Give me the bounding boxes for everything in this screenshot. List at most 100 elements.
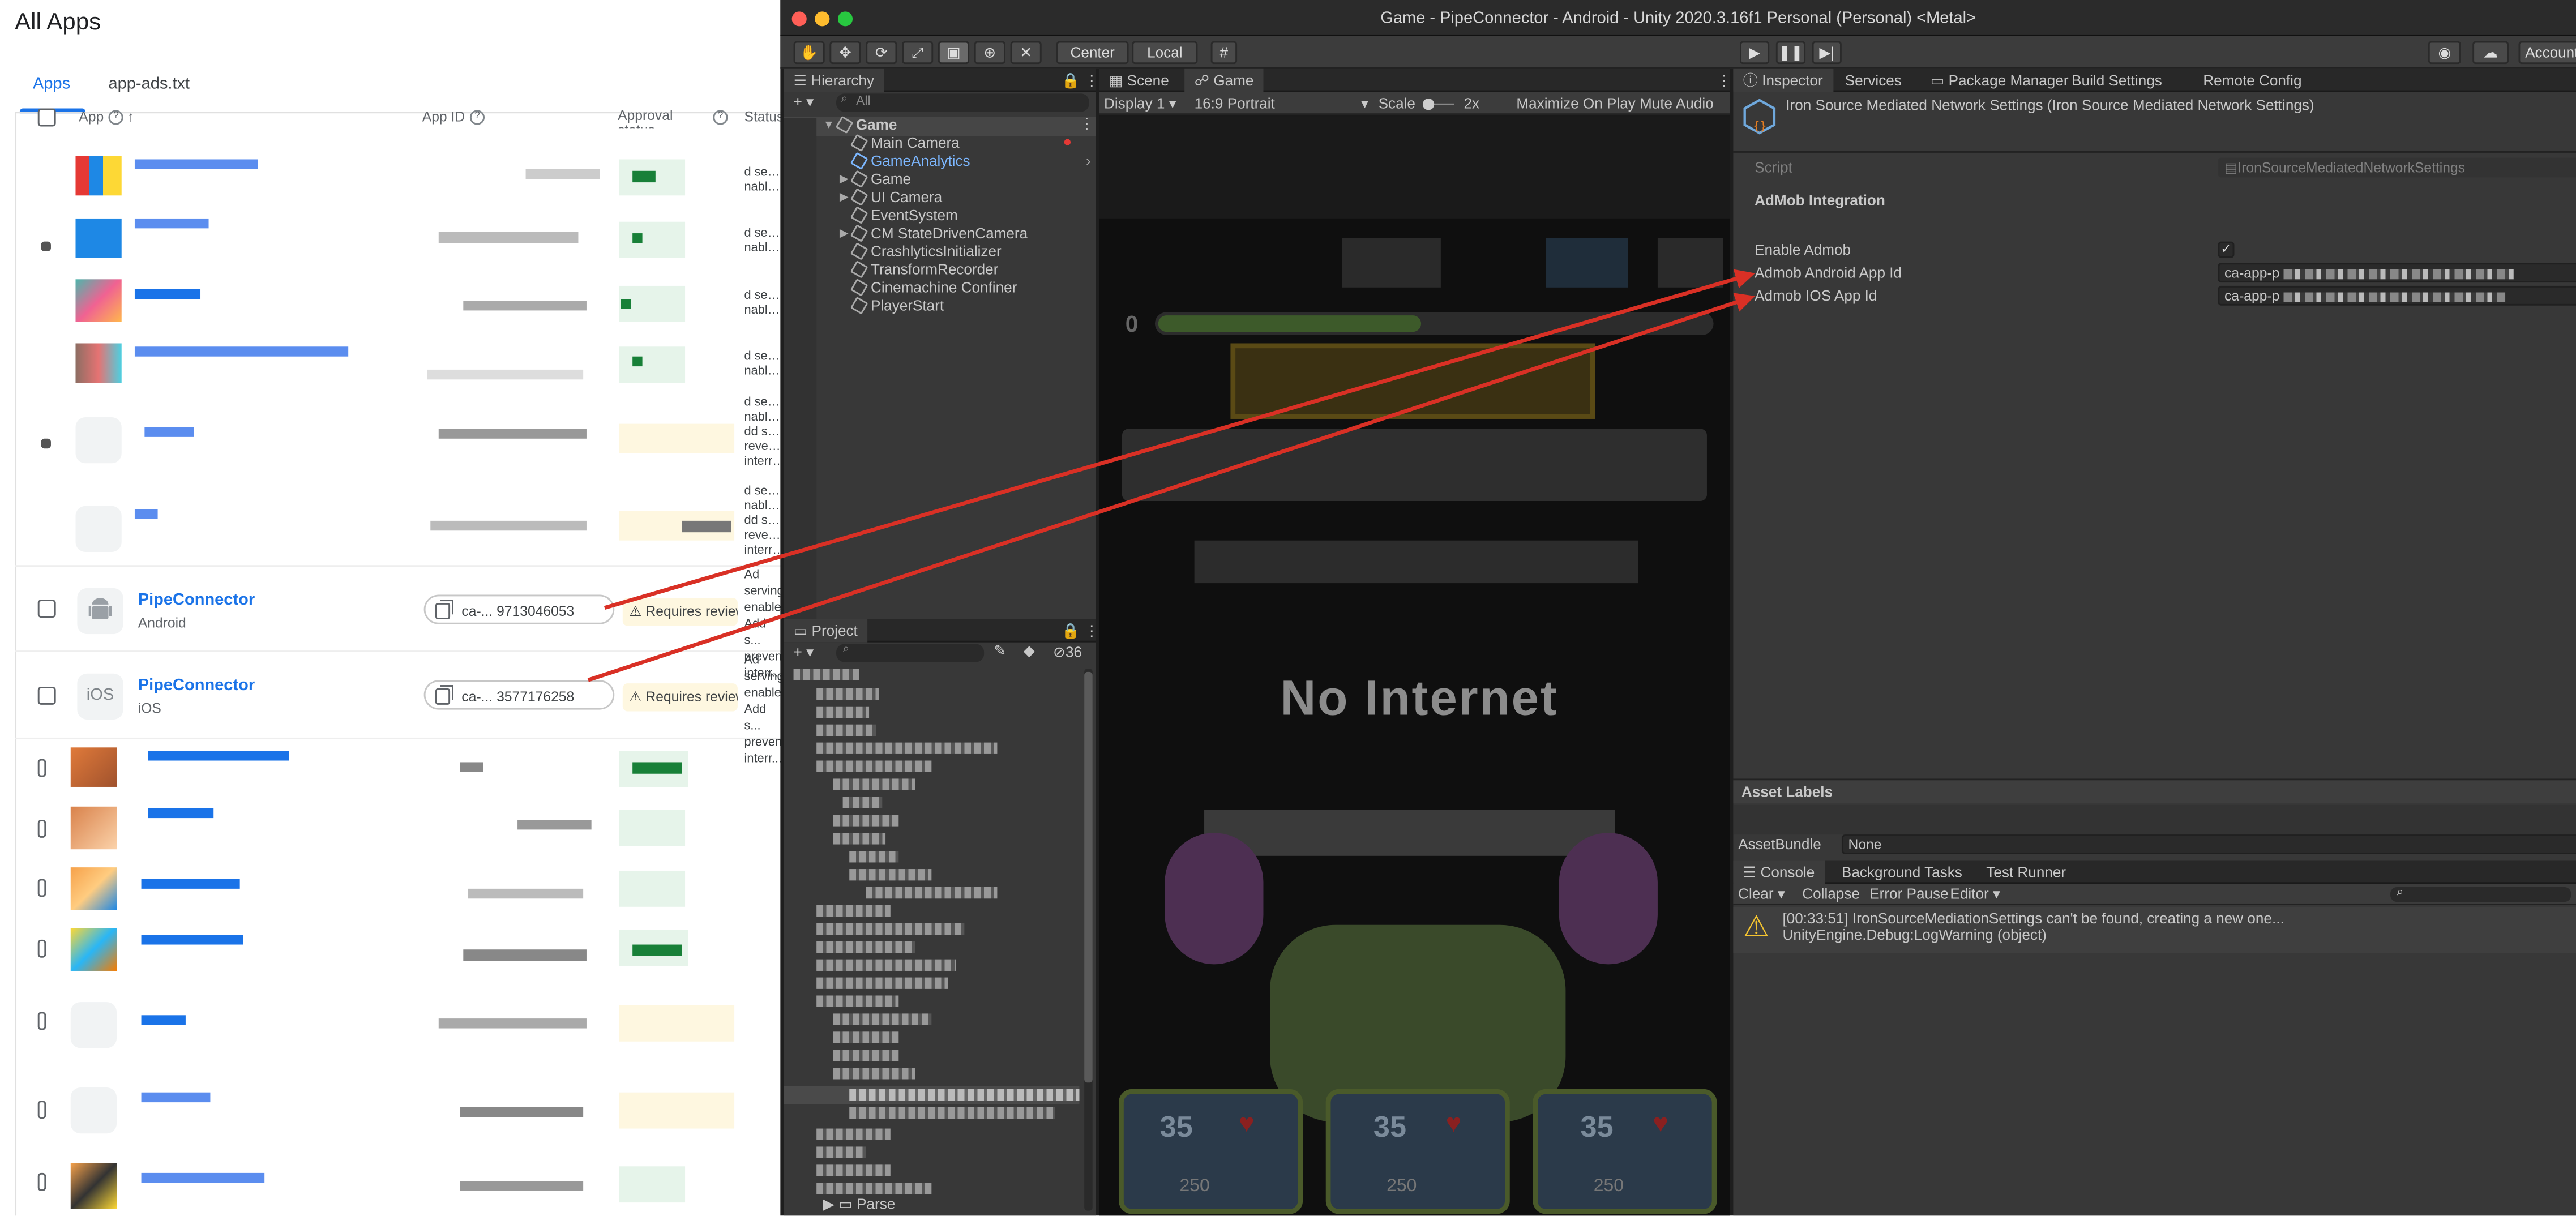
copy-icon[interactable]	[435, 685, 453, 705]
collab-icon[interactable]: ◉	[2428, 41, 2461, 65]
project-scrollbar[interactable]	[1084, 669, 1093, 1211]
tab-remote-config[interactable]: Remote Config	[2193, 69, 2312, 92]
scene-game[interactable]: Game	[835, 115, 897, 134]
move-tool-icon[interactable]: ✥	[829, 41, 861, 65]
copy-icon[interactable]	[435, 600, 453, 619]
console-search-input[interactable]: ⌕	[2390, 887, 2571, 902]
app-id-chip[interactable]: ca-... 9713046053	[423, 594, 615, 624]
rect-tool-icon[interactable]: ▣	[938, 41, 970, 65]
editor-dropdown[interactable]: Editor ▾	[1950, 885, 2000, 904]
scale-slider[interactable]	[1422, 99, 1454, 110]
cloud-icon[interactable]: ☁	[2472, 41, 2509, 65]
row-checkbox[interactable]	[37, 1101, 46, 1119]
pause-button[interactable]: ❚❚	[1775, 41, 1806, 65]
asset-labels-header[interactable]: Asset Labels	[1733, 780, 2576, 803]
shop-card[interactable]: 35 ♥ 250	[1119, 1089, 1303, 1214]
assetbundle-dropdown[interactable]: None	[1841, 834, 2576, 854]
column-header-app[interactable]: App? ↑	[79, 109, 134, 126]
tab-background-tasks[interactable]: Background Tasks	[1832, 861, 1972, 884]
admob-ios-app-id-field[interactable]: ca-app-p	[2218, 285, 2576, 306]
hierarchy-item[interactable]: Cinemachine Confiner	[850, 278, 1017, 297]
admob-android-app-id-field[interactable]: ca-app-p	[2218, 263, 2576, 283]
row-checkbox[interactable]	[37, 686, 56, 705]
row-checkbox[interactable]	[37, 879, 46, 897]
collapse-toggle[interactable]: Collapse	[1802, 885, 1860, 902]
error-pause-toggle[interactable]: Error Pause	[1869, 885, 1948, 902]
tab-inspector[interactable]: ⓘ Inspector	[1733, 68, 1833, 92]
sort-arrow-icon[interactable]: ↑	[127, 109, 134, 125]
pivot-local-button[interactable]: Local	[1132, 41, 1198, 65]
pivot-center-button[interactable]: Center	[1056, 41, 1129, 65]
hierarchy-item[interactable]: GameAnalytics	[850, 152, 970, 170]
hand-tool-icon[interactable]: ✋	[793, 41, 825, 65]
enable-admob-checkbox[interactable]: ✓	[2218, 241, 2235, 258]
column-header-app-id: App ID?	[422, 109, 485, 126]
tab-scene[interactable]: ▦ Scene	[1099, 69, 1179, 92]
hierarchy-search-input[interactable]: ⌕ All	[836, 93, 1089, 112]
tab-services[interactable]: Services	[1835, 69, 1911, 92]
project-tabbar: ▭ Project 🔒 ⋮	[784, 619, 1099, 643]
tab-package-manager[interactable]: ▭ Package Manager	[1920, 69, 2078, 92]
clear-dropdown[interactable]: Clear ▾	[1738, 885, 1785, 904]
game-screen[interactable]: 0 No Internet 35 ♥ 250 35 ♥ 250 35 ♥ 250	[1099, 218, 1730, 1216]
row-checkbox[interactable]	[37, 939, 46, 958]
step-button[interactable]: ▶|	[1812, 41, 1842, 65]
aspect-dropdown[interactable]: 16:9 Portrait ▾	[1195, 95, 1369, 112]
play-button[interactable]: ▶	[1740, 41, 1770, 65]
help-icon[interactable]: ?	[108, 110, 123, 126]
tab-apps[interactable]: Apps	[33, 75, 70, 93]
mute-audio-toggle[interactable]: Mute Audio	[1640, 95, 1714, 112]
create-button[interactable]: + ▾	[794, 644, 814, 662]
tab-project[interactable]: ▭ Project	[784, 619, 868, 643]
hierarchy-item[interactable]: UI Camera	[850, 188, 942, 207]
select-all-checkbox[interactable]	[37, 108, 56, 127]
maximize-on-play-toggle[interactable]: Maximize On Play	[1516, 95, 1635, 112]
row-checkbox[interactable]	[37, 1012, 46, 1030]
chevron-right-icon[interactable]: ›	[1086, 153, 1091, 169]
app-id-chip[interactable]: ca-... 3577176258	[423, 680, 615, 710]
tab-game[interactable]: ☍ Game	[1184, 68, 1264, 92]
shop-card[interactable]: 35 ♥ 250	[1325, 1089, 1510, 1214]
project-search-input[interactable]: ⌕	[836, 644, 985, 662]
grid-snap-icon[interactable]: #	[1210, 41, 1238, 65]
hidden-packages-count[interactable]: ⊘36	[1053, 644, 1082, 662]
filter-type-icon[interactable]: ✎	[994, 643, 1007, 661]
account-button[interactable]: Account	[2518, 41, 2576, 65]
level-progress-bar	[1154, 312, 1714, 335]
help-icon[interactable]: ?	[469, 110, 485, 126]
hierarchy-item[interactable]: CrashlyticsInitializer	[850, 242, 1002, 260]
project-panel: ▭ Project 🔒 ⋮ + ▾ ⌕ ✎ ◆ ⊘36 ▶ ▭ Parse	[784, 619, 1099, 1216]
filter-label-icon[interactable]: ◆	[1024, 643, 1035, 661]
row-checkbox[interactable]	[37, 819, 46, 838]
console-log-entry[interactable]: ⚠ [00:33:51] IronSourceMediationSettings…	[1733, 906, 2576, 953]
project-folder-item[interactable]: ▶ ▭ Parse	[823, 1196, 896, 1214]
android-app-icon	[77, 588, 123, 635]
hierarchy-item[interactable]: CM StateDrivenCamera	[850, 224, 1028, 242]
row-checkbox[interactable]	[37, 759, 46, 777]
scale-tool-icon[interactable]: ⤢	[902, 41, 934, 65]
hierarchy-item[interactable]: Main Camera	[850, 134, 960, 152]
help-icon[interactable]: ?	[708, 109, 728, 126]
script-field[interactable]: ▤IronSourceMediatedNetworkSettings	[2218, 157, 2576, 178]
app-name-link[interactable]: PipeConnector	[138, 592, 255, 610]
tab-hierarchy[interactable]: ☰ Hierarchy	[784, 68, 884, 92]
display-dropdown[interactable]: Display 1 ▾	[1104, 95, 1176, 113]
transform-tool-icon[interactable]: ⊕	[974, 41, 1005, 65]
create-button[interactable]: + ▾	[794, 93, 814, 112]
prefab-icon	[850, 152, 868, 170]
hierarchy-item[interactable]: Game	[850, 170, 911, 189]
row-checkbox[interactable]	[37, 1172, 46, 1191]
row-checkbox[interactable]	[37, 600, 56, 618]
scene-menu-icon[interactable]: ⋮	[1079, 115, 1094, 133]
hierarchy-item[interactable]: EventSystem	[850, 206, 958, 224]
hierarchy-item[interactable]: TransformRecorder	[850, 260, 998, 279]
custom-tool-icon[interactable]: ✕	[1010, 41, 1042, 65]
tab-console[interactable]: ☰ Console	[1733, 860, 1825, 884]
tab-test-runner[interactable]: Test Runner	[1976, 861, 2076, 884]
hierarchy-item[interactable]: PlayerStart	[850, 296, 944, 315]
tab-app-ads-txt[interactable]: app-ads.txt	[109, 75, 190, 93]
tab-build-settings[interactable]: Build Settings	[2062, 69, 2172, 92]
app-name-link[interactable]: PipeConnector	[138, 677, 255, 695]
shop-card[interactable]: 35 ♥ 250	[1533, 1089, 1717, 1214]
rotate-tool-icon[interactable]: ⟳	[866, 41, 897, 65]
